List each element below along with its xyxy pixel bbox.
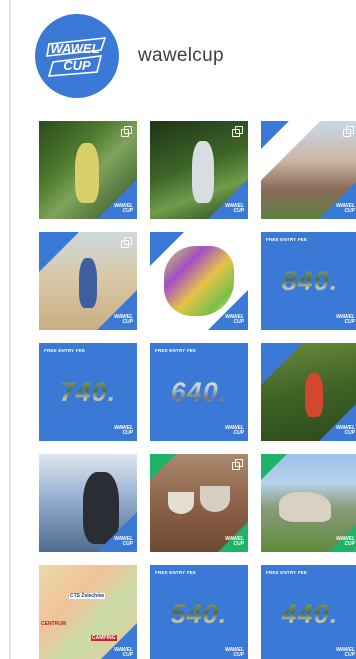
post-number: 640. [150, 377, 248, 408]
map-label: CTS Żelechów [69, 593, 106, 599]
post-accent-corner-top [261, 454, 287, 480]
orienteer-figure [75, 143, 99, 203]
post-number: 540. [150, 599, 248, 630]
post-tile[interactable]: WAWEL CUP [150, 454, 248, 552]
post-tile[interactable]: FREE ENTRY FEE 640. WAWEL CUP [150, 343, 248, 441]
post-number: 740. [39, 377, 137, 408]
post-brand-corner-top [261, 343, 303, 385]
post-watermark: WAWEL CUP [336, 647, 355, 658]
post-caption: FREE ENTRY FEE [155, 348, 197, 353]
post-tile[interactable]: WAWEL CUP [39, 232, 137, 330]
runner-figure [79, 258, 97, 308]
post-watermark: WAWEL CUP [336, 314, 355, 325]
post-watermark: WAWEL CUP [225, 536, 244, 547]
post-watermark: WAWEL CUP [225, 203, 244, 214]
post-tile[interactable]: WAWEL CUP [150, 121, 248, 219]
post-watermark: WAWEL CUP [225, 314, 244, 325]
post-caption: FREE ENTRY FEE [155, 570, 197, 575]
profile-header: WAWEL CUP wawelcup [35, 14, 224, 98]
post-watermark: WAWEL CUP [114, 314, 133, 325]
post-watermark: WAWEL CUP [336, 425, 355, 436]
post-tile[interactable]: WAWEL CUP [39, 121, 137, 219]
post-caption: FREE ENTRY FEE [266, 570, 308, 575]
multiple-photos-icon [232, 237, 243, 248]
page-left-border [9, 0, 11, 659]
post-brand-corner-top [261, 121, 289, 149]
post-number: 840. [261, 266, 356, 297]
post-number: 440. [261, 599, 356, 630]
post-tile[interactable]: WAWEL CUP [150, 232, 248, 330]
post-tile[interactable]: FREE ENTRY FEE 840. WAWEL CUP [261, 232, 356, 330]
post-tile[interactable]: WAWEL CUP [39, 454, 137, 552]
multiple-photos-icon [232, 126, 243, 137]
logo-text-line2: CUP [63, 58, 91, 73]
post-watermark: WAWEL CUP [114, 647, 133, 658]
multiple-photos-icon [121, 237, 132, 248]
post-tile[interactable]: FREE ENTRY FEE 740. WAWEL CUP [39, 343, 137, 441]
post-watermark: WAWEL CUP [114, 203, 133, 214]
profile-avatar[interactable]: WAWEL CUP [35, 14, 119, 98]
post-tile[interactable]: WAWEL CUP [261, 343, 356, 441]
post-watermark: WAWEL CUP [225, 425, 244, 436]
wawelcup-logo-icon: WAWEL CUP [46, 37, 107, 77]
post-tile[interactable]: CTS Żelechów CENTRUM CAMPING WAWEL CUP [39, 565, 137, 659]
post-tile[interactable]: FREE ENTRY FEE 440. WAWEL CUP [261, 565, 356, 659]
map-label: CENTRUM [41, 621, 66, 627]
post-tile[interactable]: WAWEL CUP [261, 454, 356, 552]
logo-text-line1: WAWEL [50, 41, 99, 56]
post-caption: FREE ENTRY FEE [44, 348, 86, 353]
trophy-cup [200, 486, 230, 512]
post-brand-corner-top [39, 232, 79, 272]
posts-grid: WAWEL CUP WAWEL CUP WAWEL CUP WAWEL CUP WAWE… [39, 121, 356, 659]
post-watermark: WAWEL CUP [114, 536, 133, 547]
post-watermark: WAWEL CUP [114, 425, 133, 436]
trophy-cup [168, 492, 194, 514]
post-tile[interactable]: WAWEL CUP [261, 121, 356, 219]
multiple-photos-icon [121, 126, 132, 137]
post-watermark: WAWEL CUP [336, 203, 355, 214]
post-tile[interactable]: FREE ENTRY FEE 540. WAWEL CUP [150, 565, 248, 659]
post-accent-corner-top [150, 454, 176, 480]
profile-username[interactable]: wawelcup [138, 45, 224, 67]
post-watermark: WAWEL CUP [336, 536, 355, 547]
multiple-photos-icon [232, 459, 243, 470]
post-watermark: WAWEL CUP [225, 647, 244, 658]
post-caption: FREE ENTRY FEE [266, 237, 308, 242]
multiple-photos-icon [343, 126, 354, 137]
rock-formation [279, 492, 331, 522]
